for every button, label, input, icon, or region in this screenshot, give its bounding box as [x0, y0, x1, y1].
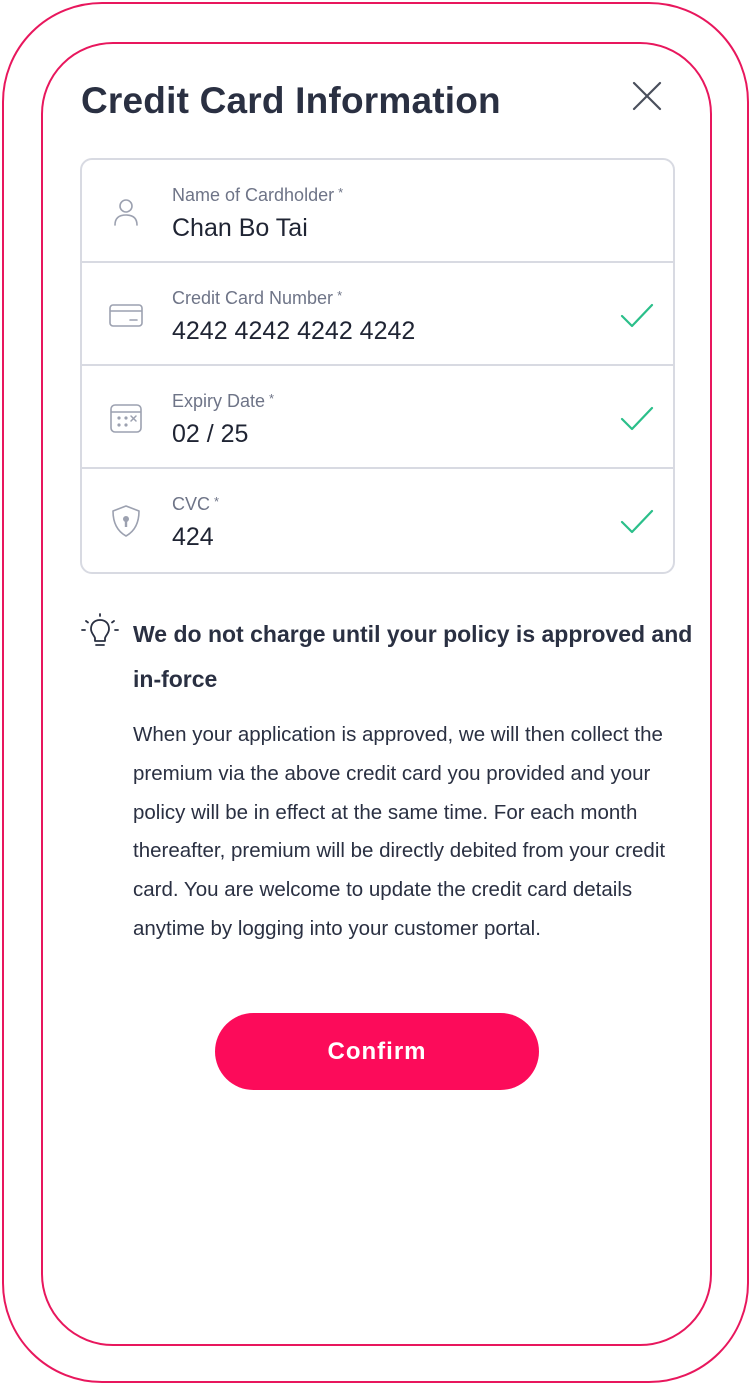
expiry-date-row[interactable]: Expiry Date * [82, 366, 673, 469]
cvc-label: CVC * [172, 494, 220, 514]
confirm-button[interactable]: Confirm [215, 1013, 539, 1090]
check-icon [620, 406, 654, 431]
cvc-row[interactable]: CVC * [82, 469, 673, 572]
cardholder-name-label: Name of Cardholder * [172, 185, 344, 205]
calendar-icon [110, 404, 142, 433]
shield-lock-icon [112, 505, 140, 537]
check-icon [620, 303, 654, 328]
cardholder-name-row[interactable]: Name of Cardholder * [82, 160, 673, 263]
lightbulb-icon [81, 613, 119, 646]
user-icon [114, 199, 138, 226]
close-icon [632, 81, 662, 111]
check-icon [620, 509, 654, 534]
dialog-title: Credit Card Information [81, 80, 501, 121]
notice-heading: We do not charge until your policy is ap… [133, 621, 693, 692]
cardholder-name-input[interactable] [172, 214, 592, 243]
credit-card-icon [109, 304, 143, 327]
cvc-input[interactable] [172, 523, 592, 552]
card-number-row[interactable]: Credit Card Number * [82, 263, 673, 366]
close-button[interactable] [627, 76, 667, 116]
card-number-label: Credit Card Number * [172, 288, 343, 308]
expiry-date-label: Expiry Date * [172, 391, 275, 411]
credit-card-form: Name of Cardholder* Credit Card Number* [80, 158, 675, 574]
card-number-input[interactable] [172, 317, 592, 346]
notice-body: When your application is approved, we wi… [133, 723, 666, 940]
expiry-date-input[interactable] [172, 420, 592, 449]
